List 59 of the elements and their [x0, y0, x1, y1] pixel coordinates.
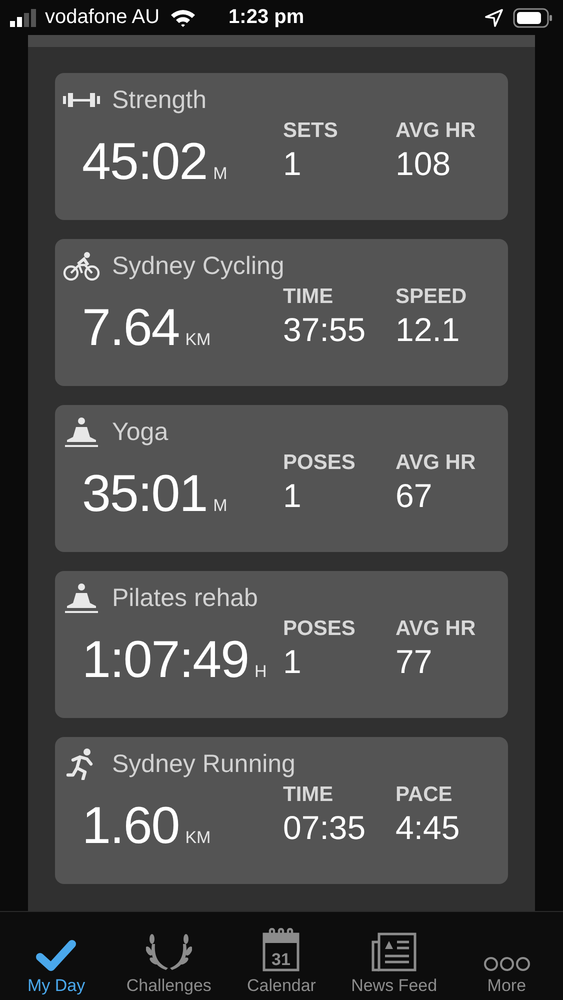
- stat-label: AVG HR: [396, 118, 477, 144]
- stat-value: 12.1: [396, 310, 461, 350]
- stat-label: AVG HR: [396, 450, 477, 476]
- stat-value: 1: [283, 642, 302, 682]
- stat-value: 1: [283, 144, 302, 184]
- activity-title: Strength: [112, 86, 207, 114]
- clock-time: 1:23 pm: [228, 6, 306, 29]
- stat-label: TIME: [283, 782, 334, 808]
- battery-icon: [513, 8, 553, 28]
- stat-value: 108: [396, 144, 452, 184]
- tab-bar-item[interactable]: Challenges: [112, 912, 226, 1000]
- stat-value: 77: [396, 642, 434, 682]
- activity-title: Sydney Cycling: [112, 252, 284, 280]
- activity-main-value: 35:01: [82, 464, 208, 524]
- activity-title: Sydney Running: [112, 750, 296, 778]
- unit-label: KM: [185, 330, 211, 350]
- stat-label: TIME: [283, 284, 334, 310]
- activity-title: Yoga: [112, 418, 168, 446]
- tab-bar-item[interactable]: My Day: [0, 912, 113, 1000]
- unit-label: H: [254, 662, 267, 682]
- activity-card[interactable]: Yoga 35:01 M POSES 1 AVG HR 67: [55, 405, 508, 552]
- stat-value: 4:45: [396, 808, 461, 848]
- unit-label: M: [213, 164, 228, 184]
- activity-card[interactable]: Strength 45:02 M SETS 1 AVG HR 108: [55, 73, 508, 220]
- tab-bar-item[interactable]: News Feed: [338, 912, 450, 1000]
- signal-icon: [10, 8, 38, 26]
- meditation-icon: [63, 583, 100, 613]
- laurel-wreath-icon: [146, 932, 192, 972]
- stat-label: AVG HR: [396, 616, 477, 642]
- stat-label: SPEED: [396, 284, 468, 310]
- activity-main-value: 7.64: [82, 298, 180, 358]
- activity-main-value: 1:07:49: [82, 630, 248, 690]
- cyclist-icon: [63, 251, 100, 281]
- activity-main-value: 1.60: [82, 796, 180, 856]
- unit-label: M: [213, 496, 228, 516]
- stat-label: SETS: [283, 118, 339, 144]
- dumbbell-icon: [63, 92, 100, 108]
- activity-card[interactable]: Sydney Running 1.60 KM TIME 07:35 PACE 4:45: [55, 737, 508, 884]
- unit-label: KM: [185, 828, 211, 848]
- stat-label: POSES: [283, 450, 356, 476]
- stat-value: 1: [283, 476, 302, 516]
- checkmark-icon: [35, 938, 78, 972]
- activity-card[interactable]: Pilates rehab 1:07:49 H POSES 1 AVG HR 77: [55, 571, 508, 718]
- location-arrow-icon: [485, 8, 503, 26]
- newspaper-icon: [371, 932, 418, 972]
- stat-value: 37:55: [283, 310, 367, 350]
- wifi-icon: [170, 8, 196, 27]
- activity-title: Pilates rehab: [112, 584, 258, 612]
- carrier-name: vodafone AU: [45, 6, 160, 29]
- tab-bar-item[interactable]: 31 Calendar: [225, 912, 338, 1000]
- more-icon: [484, 956, 530, 972]
- activity-card[interactable]: Sydney Cycling 7.64 KM TIME 37:55 SPEED 12.1: [55, 239, 508, 386]
- stat-value: 07:35: [283, 808, 367, 848]
- tab-bar-item[interactable]: More: [450, 912, 563, 1000]
- stat-value: 67: [396, 476, 434, 516]
- activity-main-value: 45:02: [82, 132, 208, 192]
- stat-label: PACE: [396, 782, 454, 808]
- stat-label: POSES: [283, 616, 356, 642]
- meditation-icon: [63, 417, 100, 447]
